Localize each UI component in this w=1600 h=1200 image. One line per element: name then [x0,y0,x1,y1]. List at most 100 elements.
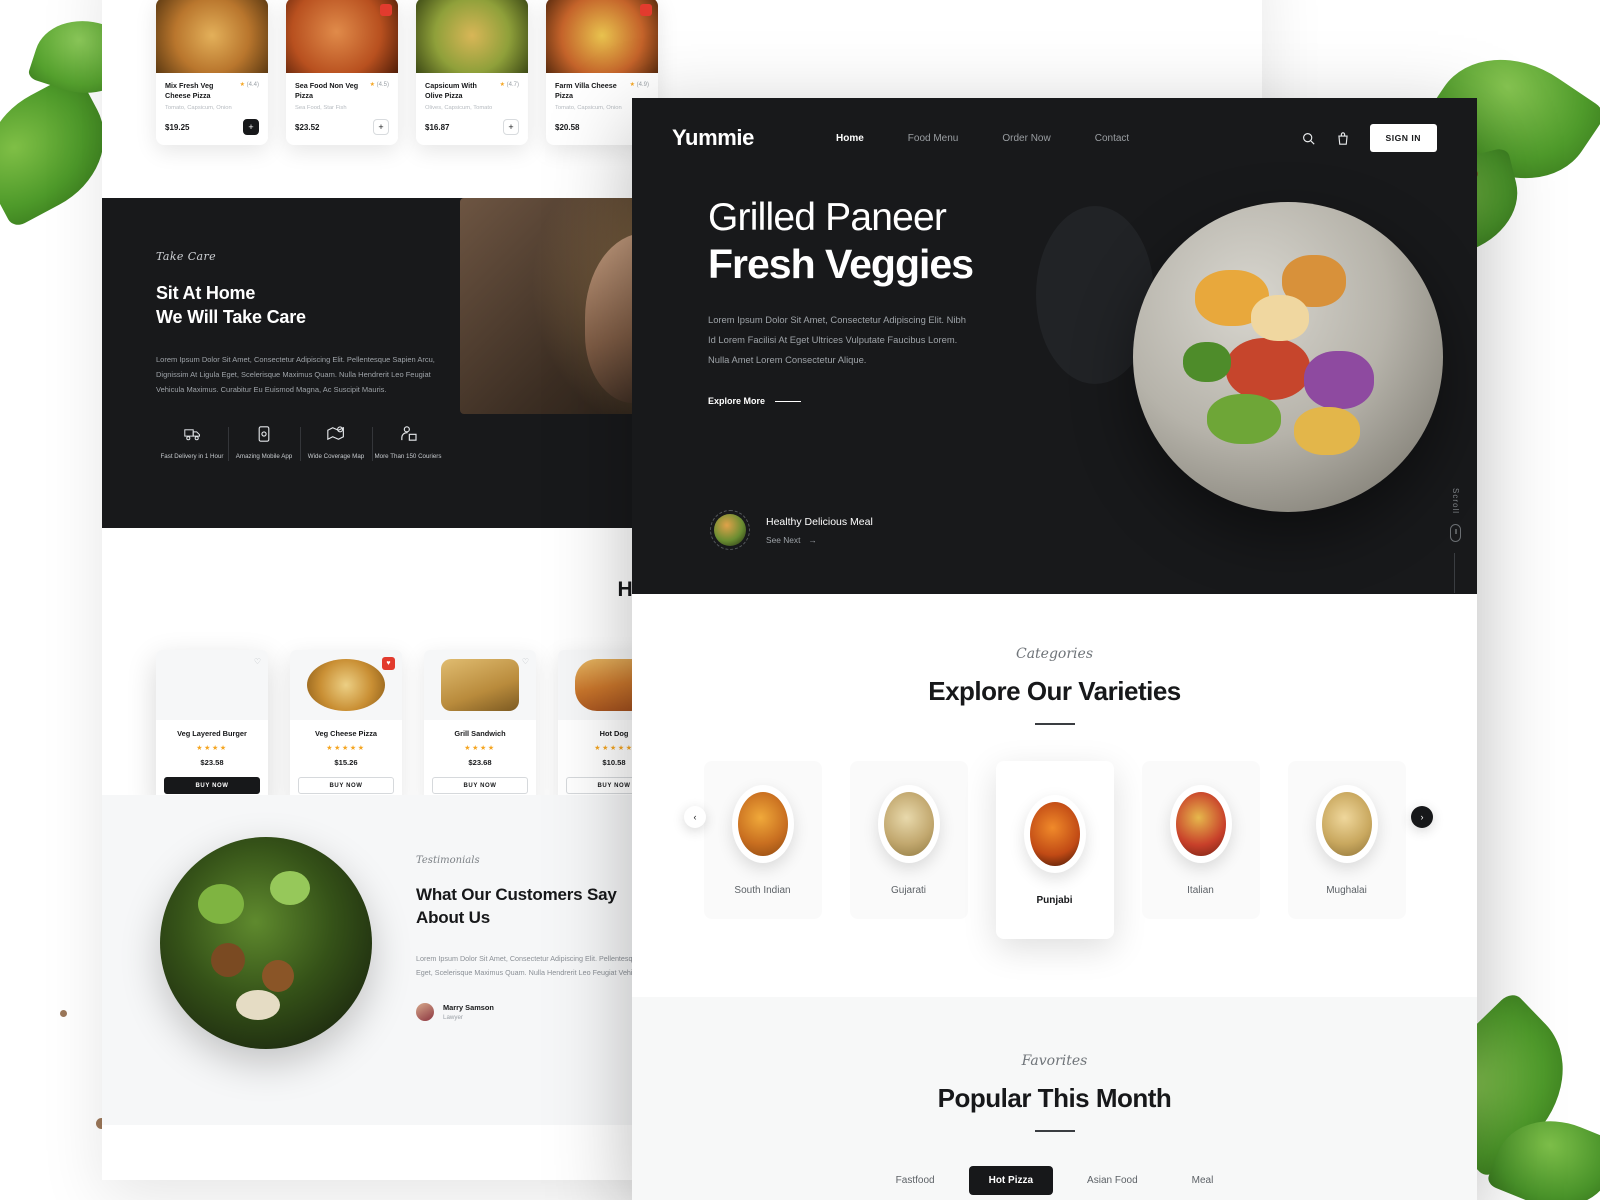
category-card-south-indian[interactable]: South Indian [703,761,822,919]
hottest-item-card[interactable]: ♥ Veg Cheese Pizza ★★★★★ $15.26 BUY NOW [290,650,402,806]
hottest-item-card[interactable]: ♡ Grill Sandwich ★★★★ $23.68 BUY NOW [424,650,536,806]
tab-hot-pizza[interactable]: Hot Pizza [968,1166,1054,1195]
pizza-image [156,0,268,73]
pizza-image [416,0,528,73]
add-to-cart-button[interactable]: + [373,119,389,136]
buy-now-button[interactable]: BUY NOW [164,777,260,794]
scroll-label: Scroll [1451,488,1460,515]
category-card-punjabi[interactable]: Punjabi [995,761,1114,939]
pizza-price: $19.25 [165,122,190,132]
search-icon[interactable] [1302,131,1316,145]
meal-title: Healthy Delicious Meal [766,515,873,528]
pizza-ingredients: Olives, Capsicum, Tomato [425,105,493,112]
take-care-heading-line2: We Will Take Care [156,307,306,328]
site-logo[interactable]: Yummie [672,125,754,151]
nav-item-home[interactable]: Home [836,133,864,144]
popular-script-label: Favorites [1021,1053,1088,1069]
add-to-cart-button[interactable]: + [243,119,259,136]
main-navigation: Yummie Home Food Menu Order Now Contact … [632,98,1477,178]
category-food-image [883,791,934,856]
category-label: South Indian [734,884,791,896]
category-card-gujarati[interactable]: Gujarati [849,761,968,919]
healthy-meal-teaser[interactable]: Healthy Delicious Meal See Next → [710,510,873,550]
category-card-italian[interactable]: Italian [1141,761,1260,919]
category-plate [1315,784,1378,863]
hottest-item-card[interactable]: ♡ Veg Layered Burger ★★★★ $23.58 BUY NOW [156,650,268,806]
pizza-price: $16.87 [425,122,450,132]
scroll-line [1454,553,1455,593]
tab-fastfood[interactable]: Fastfood [876,1166,955,1195]
nav-links: Home Food Menu Order Now Contact [836,133,1129,144]
feature-mobile-app: Amazing Mobile App [228,423,300,462]
item-image: ♡ [424,650,536,720]
pizza-price: $20.58 [555,122,580,132]
popular-filter-tabs: Fastfood Hot Pizza Asian Food Meal [632,1166,1477,1195]
favorite-icon[interactable]: ♡ [254,657,261,666]
pizza-card[interactable]: Mix Fresh Veg Cheese Pizza ★ (4.4) Tomat… [156,0,268,146]
pizza-rating: ★ (4.5) [369,82,389,88]
pizza-rating: ★ (4.4) [239,82,259,88]
hot-badge-icon [640,4,652,16]
item-name: Grill Sandwich [454,729,506,738]
pizza-card[interactable]: Sea Food Non Veg Pizza ★ (4.5) Sea Food,… [286,0,398,146]
categories-script-label: Categories [1016,646,1093,662]
category-label: Mughalai [1326,884,1367,896]
nav-item-food-menu[interactable]: Food Menu [908,133,959,144]
courier-icon [372,423,444,445]
categories-prev-button[interactable]: ‹ [684,806,706,828]
arrow-right-icon: → [808,534,817,545]
buy-now-button[interactable]: BUY NOW [432,777,528,794]
buy-now-button[interactable]: BUY NOW [298,777,394,794]
heading-rule [1034,1130,1075,1132]
item-stars: ★★★★★ [326,745,366,752]
category-label: Italian [1187,884,1214,896]
take-care-heading-line1: Sit At Home [156,283,256,303]
item-name: Veg Cheese Pizza [314,729,378,738]
hero-section: Yummie Home Food Menu Order Now Contact … [632,98,1477,594]
item-stars: ★★★★ [196,745,228,752]
map-pin-icon [300,423,372,445]
feature-label: More Than 150 Couriers [374,452,442,460]
see-next-label: See Next [766,534,801,545]
favorite-icon[interactable]: ♡ [522,657,529,666]
category-label: Punjabi [1036,894,1073,906]
item-image: ♡ [156,650,268,720]
feature-label: Fast Delivery in 1 Hour [160,452,224,460]
category-plate [877,784,940,863]
testimonial-author-name: Marry Samson [443,1002,494,1012]
nav-item-contact[interactable]: Contact [1095,133,1129,144]
categories-section: Categories Explore Our Varieties South I… [632,594,1477,997]
pizza-rating: ★ (4.7) [499,82,519,88]
explore-more-line [775,400,802,402]
tab-meal[interactable]: Meal [1172,1166,1234,1195]
category-food-image [1029,801,1080,866]
pizza-rating: ★ (4.9) [629,82,649,88]
add-to-cart-button[interactable]: + [503,119,519,136]
nav-item-order-now[interactable]: Order Now [1002,133,1050,144]
category-plate [1169,784,1232,863]
feature-coverage-map: Wide Coverage Map [300,423,372,462]
tab-asian-food[interactable]: Asian Food [1067,1166,1158,1195]
popular-section: Favorites Popular This Month Fastfood Ho… [632,997,1477,1200]
pizza-ingredients: Sea Food, Star Fish [295,105,347,112]
pizza-image [286,0,398,73]
pizza-price: $23.52 [295,122,320,132]
category-plate [731,784,794,863]
pizza-name: Capsicum With Olive Pizza [425,81,477,100]
shopping-bag-icon[interactable] [1336,131,1350,145]
hot-badge-icon [380,4,392,16]
item-price: $15.26 [334,758,358,767]
feature-label: Amazing Mobile App [235,452,293,460]
see-next-link[interactable]: See Next → [766,535,873,545]
category-card-mughalai[interactable]: Mughalai [1287,761,1406,919]
pizza-card[interactable]: Capsicum With Olive Pizza ★ (4.7) Olives… [416,0,528,146]
crumb-decoration [60,1010,67,1017]
take-care-paragraph: Lorem Ipsum Dolor Sit Amet, Consectetur … [156,354,435,394]
hot-badge-icon[interactable]: ♥ [382,657,395,670]
mouse-scroll-icon [1450,524,1461,543]
categories-next-button[interactable]: › [1411,806,1433,828]
salad-bowl-image [160,837,372,1049]
category-plate [1023,794,1086,873]
signin-button[interactable]: SIGN IN [1369,124,1437,152]
meal-thumbnail [714,514,746,546]
